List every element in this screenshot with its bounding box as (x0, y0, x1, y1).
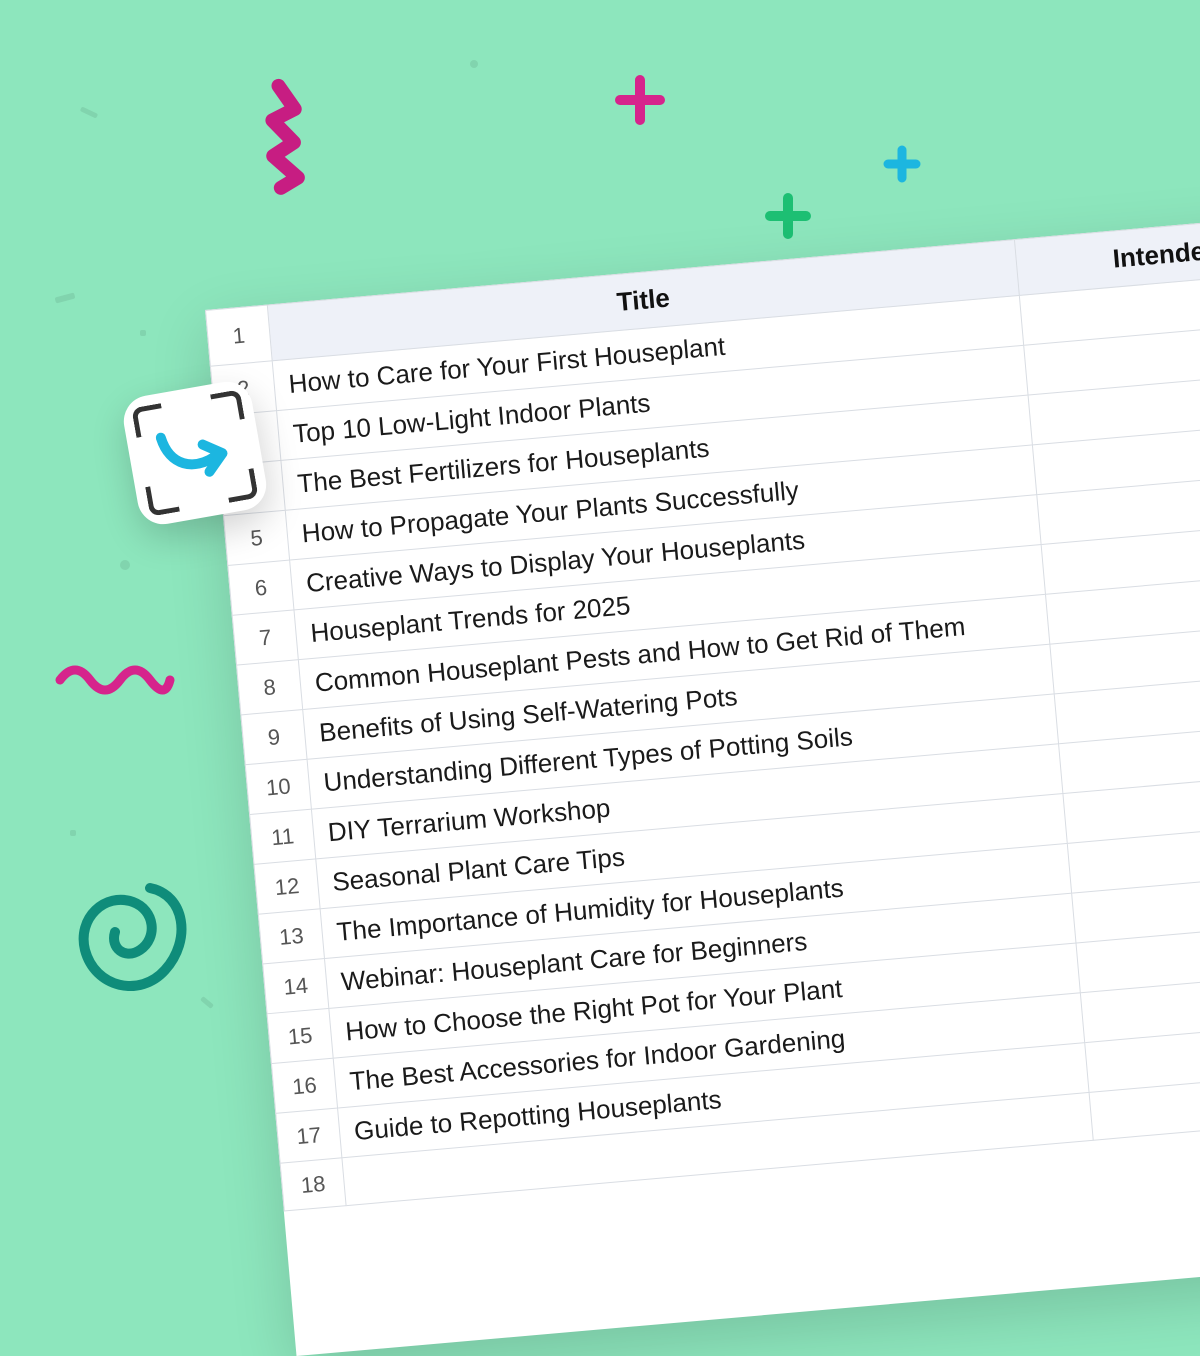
row-number[interactable]: 6 (228, 560, 294, 615)
row-number[interactable]: 15 (267, 1008, 333, 1063)
spreadsheet-table[interactable]: 1 Title Intended 2How to Care for Your F… (205, 205, 1200, 1211)
row-number[interactable]: 5 (223, 510, 289, 565)
spiral-icon (70, 870, 200, 1000)
plus-icon (610, 70, 670, 130)
row-number[interactable]: 11 (250, 809, 316, 864)
row-number[interactable]: 16 (271, 1058, 337, 1113)
row-number[interactable]: 7 (232, 610, 298, 665)
row-number[interactable]: 8 (237, 660, 303, 715)
squiggle-icon (255, 78, 385, 198)
row-number[interactable]: 12 (254, 859, 320, 914)
row-number[interactable]: 10 (245, 759, 311, 814)
spreadsheet-window: 1 Title Intended 2How to Care for Your F… (205, 205, 1200, 1356)
row-number[interactable]: 9 (241, 710, 307, 765)
row-number[interactable]: 13 (258, 909, 324, 964)
wave-icon (55, 655, 175, 695)
row-number[interactable]: 14 (263, 959, 329, 1014)
plus-icon (762, 190, 814, 242)
row-number[interactable]: 17 (276, 1108, 342, 1163)
row-number-header[interactable]: 1 (206, 305, 273, 366)
row-number[interactable]: 18 (280, 1158, 346, 1211)
import-arrow-tile (120, 378, 271, 529)
plus-icon (880, 142, 924, 186)
